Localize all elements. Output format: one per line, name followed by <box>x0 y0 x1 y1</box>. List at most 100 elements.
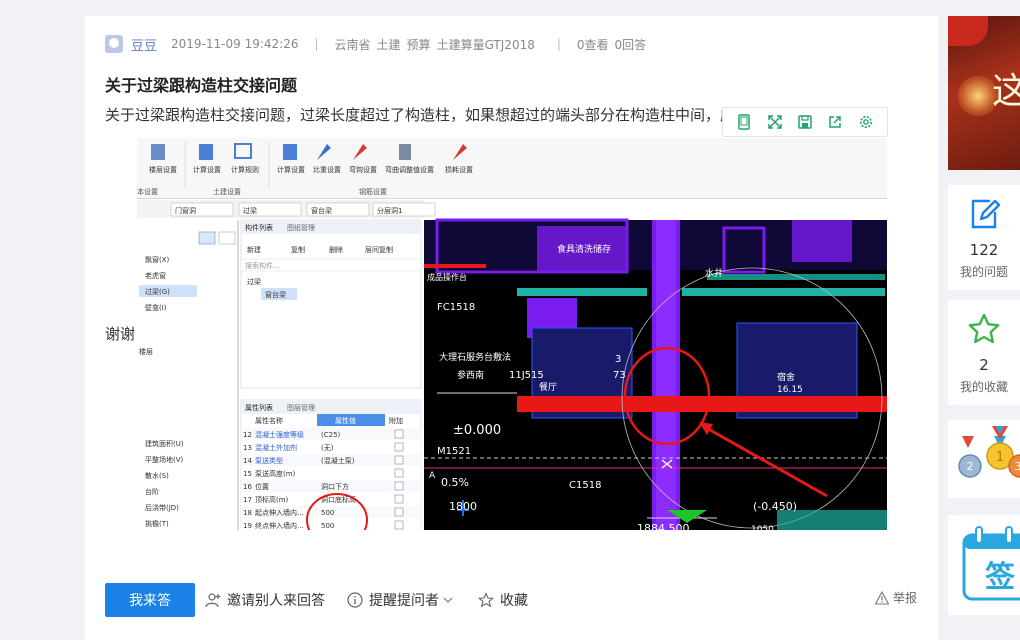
save-icon[interactable] <box>796 113 814 131</box>
svg-text:窗台梁: 窗台梁 <box>265 290 286 299</box>
svg-text:散水(S): 散水(S) <box>145 471 169 480</box>
favorite-button[interactable]: 收藏 <box>478 590 528 610</box>
question-card: 豆豆 2019-11-09 19:42:26 | 云南省 土建 预算 土建算量G… <box>85 16 938 640</box>
svg-text:1884.500: 1884.500 <box>637 522 690 530</box>
tag-item[interactable]: 土建算量GTJ2018 <box>437 36 535 53</box>
svg-text:水井: 水井 <box>705 267 723 279</box>
sign-in-card[interactable]: 签 <box>948 515 1020 615</box>
svg-text:M1521: M1521 <box>437 446 471 457</box>
medal-icon: 2 1 3 <box>958 426 1020 478</box>
property-row-number: 18 <box>243 509 252 517</box>
svg-text:大理石服务台敷法: 大理石服务台敷法 <box>439 351 511 363</box>
property-row-value: 洞口下方 <box>321 482 349 491</box>
my-questions-count: 122 <box>969 241 999 259</box>
svg-text:弯曲调整值设置: 弯曲调整值设置 <box>385 165 434 174</box>
svg-text:成品操作台: 成品操作台 <box>427 272 467 282</box>
svg-text:楼层: 楼层 <box>139 347 153 356</box>
property-row-checkbox <box>394 481 404 491</box>
svg-text:属性列表: 属性列表 <box>245 403 273 412</box>
property-row-value: (混凝土泵) <box>321 456 355 465</box>
warning-icon <box>875 590 889 605</box>
svg-text:过梁: 过梁 <box>243 206 257 215</box>
favorites-count: 2 <box>979 356 989 374</box>
svg-text:分层洞1: 分层洞1 <box>377 206 402 215</box>
svg-text:比重设置: 比重设置 <box>313 165 341 174</box>
svg-text:73: 73 <box>613 370 626 381</box>
property-row-name: 终点伸入墙内... <box>255 521 304 530</box>
property-row-checkbox <box>394 442 404 452</box>
answer-count: 0回答 <box>614 37 647 52</box>
svg-text:新建: 新建 <box>247 245 261 254</box>
svg-text:3: 3 <box>1015 460 1020 473</box>
property-row-name: 泵送高度(m) <box>255 469 296 478</box>
province-tag[interactable]: 云南省 <box>335 36 371 53</box>
svg-text:1800: 1800 <box>449 500 477 513</box>
svg-text:附加: 附加 <box>389 416 403 425</box>
property-row-name: 混凝土强度等级 <box>255 430 304 439</box>
svg-text:±0.000: ±0.000 <box>453 423 501 438</box>
property-row-checkbox <box>394 507 404 517</box>
svg-text:本设置: 本设置 <box>137 187 158 196</box>
property-row-checkbox <box>394 468 404 478</box>
svg-text:楼层设置: 楼层设置 <box>149 165 177 174</box>
svg-text:构件列表: 构件列表 <box>245 223 273 232</box>
property-row-name: 顶标高(m) <box>255 495 289 504</box>
star-icon <box>478 592 494 608</box>
svg-text:11J515: 11J515 <box>509 370 544 381</box>
promo-banner[interactable]: 这 <box>948 16 1020 170</box>
mobile-icon[interactable] <box>735 113 753 131</box>
medals-card[interactable]: 2 1 3 <box>948 420 1020 498</box>
property-rows: 12 混凝土强度等级 (C25) 13 混凝土外加剂 (无) 14 泵送类型 (混凝土泵) 15 泵… <box>241 428 421 530</box>
tag-item[interactable]: 预算 <box>407 36 431 53</box>
my-favorites-card[interactable]: 2 我的收藏 <box>948 300 1020 405</box>
svg-text:弯钩设置: 弯钩设置 <box>349 165 377 174</box>
fullscreen-icon[interactable] <box>766 113 784 131</box>
svg-text:1050: 1050 <box>751 525 774 530</box>
property-row-name: 起点伸入墙内... <box>255 508 304 517</box>
property-row-number: 15 <box>243 470 252 478</box>
settings-icon[interactable] <box>857 113 875 131</box>
share-icon[interactable] <box>826 113 844 131</box>
svg-text:(-0.450): (-0.450) <box>753 500 797 513</box>
question-body: 关于过梁跟构造柱交接问题，过梁长度超过了构造柱，如果想超过的端头部分在构造柱中间… <box>105 106 826 124</box>
question-screenshot[interactable]: 楼层设置 计算设置 计算规则 计算设置 比重设置 弯钩设置 弯曲调整值设置 损耗… <box>137 138 887 530</box>
svg-text:属性名称: 属性名称 <box>255 416 283 425</box>
property-row-number: 19 <box>243 522 252 530</box>
property-row-name: 泵送类型 <box>255 456 283 465</box>
svg-text:后浇带(JD): 后浇带(JD) <box>145 503 179 512</box>
svg-text:计算规则: 计算规则 <box>231 165 259 174</box>
svg-text:老虎窗: 老虎窗 <box>145 271 166 280</box>
author-name[interactable]: 豆豆 <box>131 35 157 54</box>
svg-text:参西南: 参西南 <box>457 369 484 381</box>
svg-text:A: A <box>429 471 436 481</box>
favorites-label: 我的收藏 <box>959 380 1008 394</box>
tag-item[interactable]: 土建 <box>377 36 401 53</box>
property-row-checkbox <box>394 429 404 439</box>
property-row-value: (无) <box>321 444 334 452</box>
property-row-checkbox <box>394 520 404 530</box>
remind-asker-button[interactable]: 提醒提问者 <box>347 590 453 610</box>
svg-text:过梁(G): 过梁(G) <box>145 287 170 296</box>
svg-text:建筑面积(U): 建筑面积(U) <box>145 439 184 448</box>
svg-text:飘窗(X): 飘窗(X) <box>145 255 170 264</box>
property-row-number: 12 <box>243 431 252 439</box>
svg-text:门窗洞: 门窗洞 <box>175 206 196 215</box>
question-title: 关于过梁跟构造柱交接问题 <box>105 76 298 95</box>
answer-button[interactable]: 我来答 <box>105 583 195 617</box>
svg-text:台阶: 台阶 <box>145 487 159 496</box>
avatar[interactable] <box>105 35 123 53</box>
property-row-value: (C25) <box>321 431 341 439</box>
my-questions-card[interactable]: 122 我的问题 <box>948 185 1020 290</box>
svg-text:钢筋设置: 钢筋设置 <box>359 187 387 196</box>
svg-text:土建设置: 土建设置 <box>213 187 241 196</box>
svg-text:C1518: C1518 <box>569 480 601 491</box>
info-icon <box>347 592 363 608</box>
property-row-number: 16 <box>243 483 252 491</box>
meta-divider: | <box>314 37 319 51</box>
svg-text:FC1518: FC1518 <box>437 302 475 313</box>
svg-text:搜索构件...: 搜索构件... <box>245 261 280 270</box>
property-row-checkbox <box>394 494 404 504</box>
property-row-number: 13 <box>243 444 252 452</box>
report-button[interactable]: 举报 <box>875 589 917 606</box>
invite-button[interactable]: 邀请别人来回答 <box>205 590 325 610</box>
